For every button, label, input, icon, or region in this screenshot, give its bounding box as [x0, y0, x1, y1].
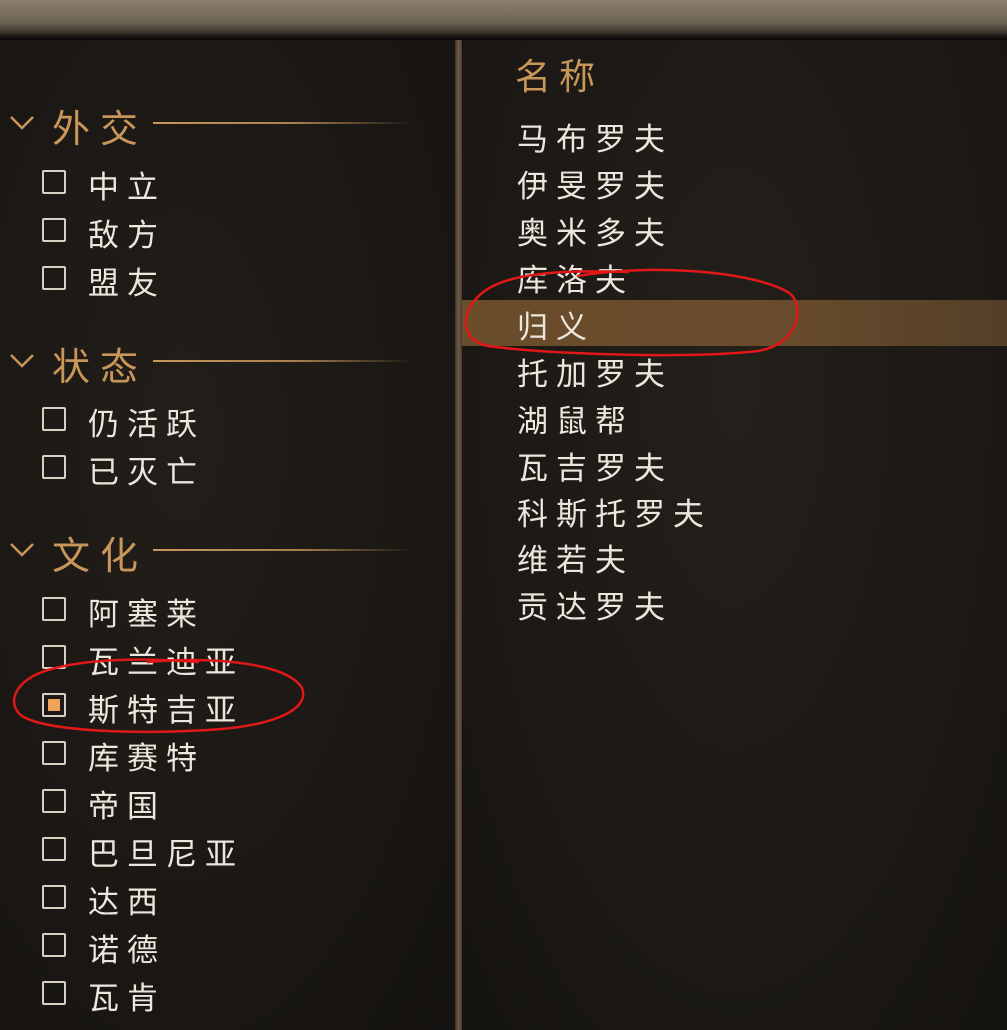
- filter-item-label: 仍活跃: [88, 407, 205, 443]
- filter-item-vlandia[interactable]: 瓦兰迪亚: [42, 639, 372, 681]
- checkbox[interactable]: [42, 981, 66, 1005]
- list-item[interactable]: 瓦吉罗夫: [462, 441, 1007, 487]
- section-title-culture: 文化: [52, 534, 149, 578]
- section-divider: [153, 360, 413, 362]
- filter-item-label: 斯特吉亚: [88, 693, 244, 729]
- checkbox[interactable]: [42, 837, 66, 861]
- filter-item-sturgia[interactable]: 斯特吉亚: [42, 687, 372, 729]
- filter-item-neutral[interactable]: 中立: [42, 164, 372, 206]
- list-item-name: 伊旻罗夫: [517, 169, 673, 205]
- checkbox[interactable]: [42, 741, 66, 765]
- checkbox[interactable]: [42, 407, 66, 431]
- filter-item-destroyed[interactable]: 已灭亡: [42, 449, 372, 491]
- section-title-diplomacy: 外交: [52, 107, 149, 151]
- filter-item-vakken[interactable]: 瓦肯: [42, 975, 372, 1017]
- filter-item-ally[interactable]: 盟友: [42, 260, 372, 302]
- filter-item-label: 巴旦尼亚: [88, 837, 244, 873]
- filter-item-label: 达西: [88, 885, 166, 921]
- list-item-name: 库洛夫: [517, 263, 634, 299]
- checkbox[interactable]: [42, 789, 66, 813]
- filter-item-label: 阿塞莱: [88, 597, 205, 633]
- section-divider: [153, 122, 413, 124]
- filter-item-enemy[interactable]: 敌方: [42, 212, 372, 254]
- checkbox[interactable]: [42, 933, 66, 957]
- chevron-down-icon[interactable]: [8, 350, 36, 370]
- checkbox[interactable]: [42, 645, 66, 669]
- filter-item-label: 中立: [88, 170, 166, 206]
- section-header-culture[interactable]: 文化: [8, 531, 413, 578]
- list-item-name: 马布罗夫: [517, 122, 673, 158]
- chevron-down-icon[interactable]: [8, 112, 36, 132]
- section-divider: [153, 549, 413, 551]
- filter-item-battania[interactable]: 巴旦尼亚: [42, 831, 372, 873]
- filter-item-label: 已灭亡: [88, 455, 205, 491]
- filter-item-label: 诺德: [88, 933, 166, 969]
- checkbox[interactable]: [42, 597, 66, 621]
- filter-item-darshi[interactable]: 达西: [42, 879, 372, 921]
- list-item[interactable]: 库洛夫: [462, 253, 1007, 299]
- filter-item-label: 帝国: [88, 789, 166, 825]
- filter-item-empire[interactable]: 帝国: [42, 783, 372, 825]
- list-item-name: 托加罗夫: [517, 357, 673, 393]
- filter-item-khuzait[interactable]: 库赛特: [42, 735, 372, 777]
- column-header-name[interactable]: 名称: [515, 48, 603, 100]
- list-item-name: 贡达罗夫: [517, 590, 673, 626]
- section-header-status[interactable]: 状态: [8, 342, 413, 389]
- list-item-name: 归义: [517, 310, 595, 346]
- list-item-selected[interactable]: 归义: [462, 300, 1007, 346]
- list-item[interactable]: 贡达罗夫: [462, 580, 1007, 626]
- filter-item-aserai[interactable]: 阿塞莱: [42, 591, 372, 633]
- chevron-down-icon[interactable]: [8, 539, 36, 559]
- list-item[interactable]: 科斯托罗夫: [462, 487, 1007, 533]
- list-item[interactable]: 伊旻罗夫: [462, 159, 1007, 205]
- filter-item-active[interactable]: 仍活跃: [42, 401, 372, 443]
- checkbox[interactable]: [42, 218, 66, 242]
- filter-item-nord[interactable]: 诺德: [42, 927, 372, 969]
- section-header-diplomacy[interactable]: 外交: [8, 104, 413, 151]
- list-item-name: 维若夫: [517, 543, 634, 579]
- filter-item-label: 敌方: [88, 218, 166, 254]
- list-item-name: 湖鼠帮: [517, 404, 634, 440]
- top-banner-strip: [0, 0, 1007, 40]
- list-item-name: 瓦吉罗夫: [517, 451, 673, 487]
- section-title-status: 状态: [52, 345, 149, 389]
- checkbox[interactable]: [42, 170, 66, 194]
- list-item[interactable]: 湖鼠帮: [462, 394, 1007, 440]
- checkbox[interactable]: [42, 266, 66, 290]
- filter-item-label: 库赛特: [88, 741, 205, 777]
- filter-item-label: 瓦肯: [88, 981, 166, 1017]
- filter-item-label: 瓦兰迪亚: [88, 645, 244, 681]
- list-item[interactable]: 托加罗夫: [462, 347, 1007, 393]
- filter-item-label: 盟友: [88, 266, 166, 302]
- checkbox[interactable]: [42, 885, 66, 909]
- checkbox[interactable]: [42, 455, 66, 479]
- checkbox-checked[interactable]: [42, 693, 66, 717]
- list-item-name: 科斯托罗夫: [517, 497, 712, 533]
- panel-divider[interactable]: [455, 40, 462, 1030]
- list-item-name: 奥米多夫: [517, 216, 673, 252]
- list-item[interactable]: 维若夫: [462, 533, 1007, 579]
- list-item[interactable]: 奥米多夫: [462, 206, 1007, 252]
- list-item[interactable]: 马布罗夫: [462, 112, 1007, 158]
